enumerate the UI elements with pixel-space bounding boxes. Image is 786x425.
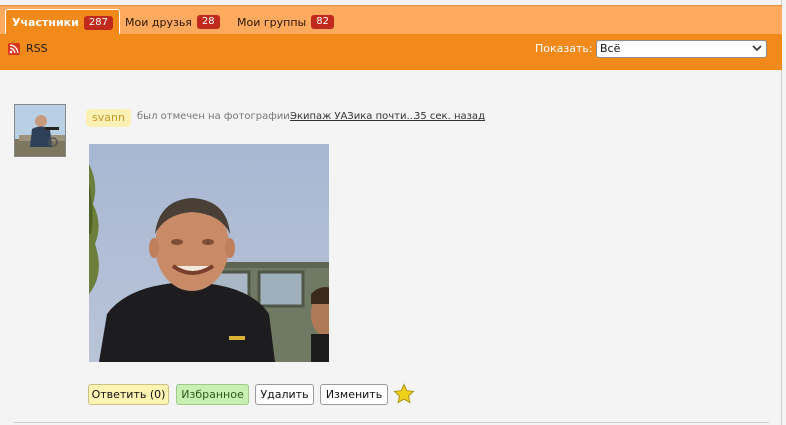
tab-my-friends[interactable]: Мои друзья 28 (119, 9, 226, 35)
count-badge: 28 (196, 15, 220, 29)
tab-label: Участники (12, 16, 79, 29)
favorite-button[interactable]: Избранное (176, 384, 249, 405)
rss-link[interactable]: RSS (8, 42, 48, 55)
show-filter-select[interactable]: Всё (596, 40, 767, 58)
star-icon[interactable] (393, 383, 415, 405)
tab-bar: Участники 287 Мои друзья 28 Мои группы 8… (0, 5, 782, 35)
delete-button[interactable]: Удалить (255, 384, 314, 405)
tab-label: Мои группы (237, 15, 307, 29)
user-name-link[interactable]: svann (86, 109, 131, 127)
filter-bar: RSS Показать: Всё (0, 34, 782, 70)
tab-label: Мои друзья (125, 15, 192, 29)
reply-button[interactable]: Ответить (0) (88, 384, 169, 405)
tab-participants[interactable]: Участники 287 (5, 9, 120, 35)
activity-text: был отмечен на фотографии: (137, 111, 294, 122)
tab-my-groups[interactable]: Мои группы 82 (231, 9, 340, 35)
photo-thumbnail[interactable] (89, 144, 329, 362)
photo-title-link[interactable]: Экипаж УАЗика почти... (290, 111, 416, 122)
rss-icon (8, 42, 20, 55)
user-avatar[interactable] (14, 104, 66, 157)
show-filter-label: Показать: (535, 42, 593, 55)
chevron-down-icon (752, 45, 762, 52)
rss-label: RSS (26, 42, 48, 55)
edit-button[interactable]: Изменить (320, 384, 388, 405)
count-badge: 82 (311, 15, 334, 29)
count-badge: 287 (83, 15, 113, 30)
show-filter-value: Всё (600, 42, 621, 55)
timestamp-link[interactable]: 35 сек. назад (414, 111, 485, 122)
item-divider (14, 422, 769, 423)
